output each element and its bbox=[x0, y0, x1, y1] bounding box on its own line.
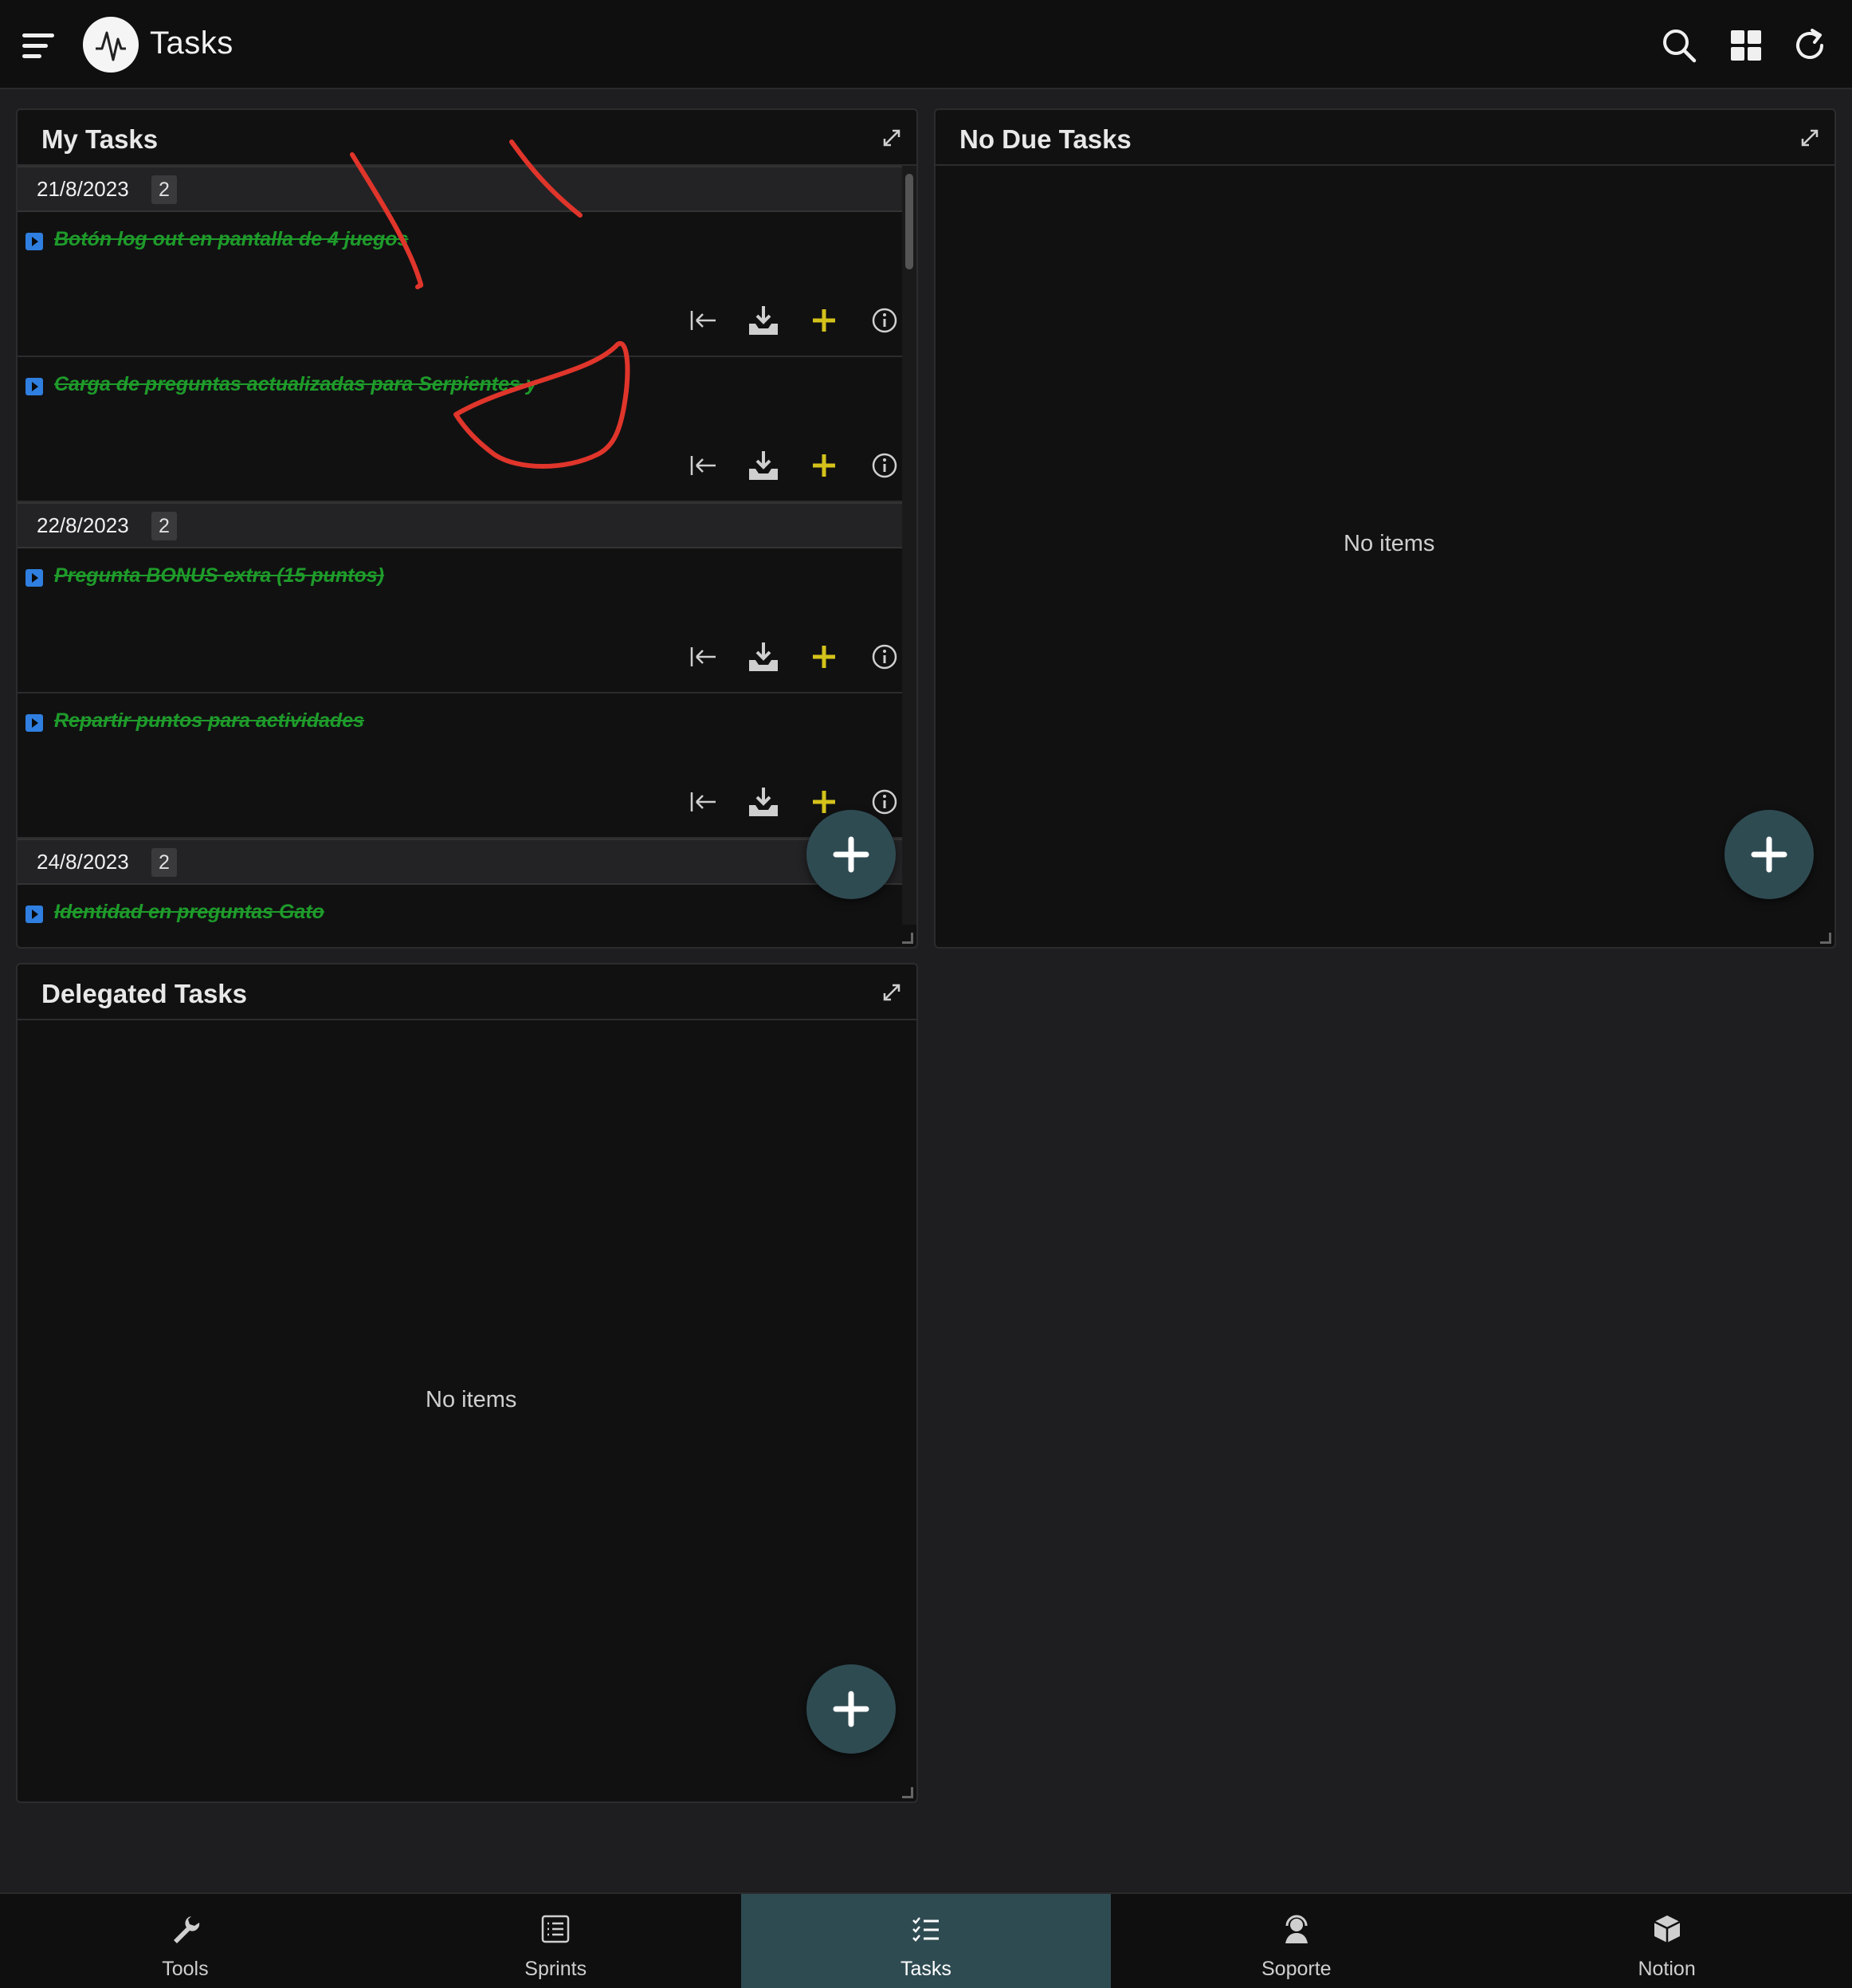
task-item[interactable]: Carga de preguntas actualizadas para Ser… bbox=[18, 357, 902, 502]
delegated-tasks-panel: Delegated Tasks No items bbox=[16, 963, 918, 1803]
task-item[interactable]: Pregunta BONUS extra (15 puntos) bbox=[18, 548, 902, 693]
date-group-header[interactable]: 21/8/2023 2 bbox=[18, 166, 902, 212]
app: Tasks My Tasks 21/8/2023 2 Botón log out… bbox=[0, 0, 1852, 1988]
task-actions bbox=[671, 301, 902, 340]
checklist-icon bbox=[912, 1917, 939, 1942]
task-title[interactable]: Carga de preguntas actualizadas para Ser… bbox=[54, 373, 537, 396]
resize-handle[interactable] bbox=[902, 933, 913, 944]
wrench-icon bbox=[174, 1916, 200, 1943]
nav-sprints[interactable]: Sprints bbox=[371, 1894, 741, 1988]
plus-icon bbox=[1751, 836, 1787, 873]
nav-label: Soporte bbox=[1261, 1958, 1332, 1980]
task-item[interactable]: Repartir puntos para actividades bbox=[18, 693, 902, 839]
my-tasks-panel: My Tasks 21/8/2023 2 Botón log out en pa… bbox=[16, 108, 918, 949]
move-to-start-icon[interactable] bbox=[684, 783, 722, 821]
task-type-icon bbox=[26, 906, 43, 923]
inbox-download-icon[interactable] bbox=[744, 638, 783, 676]
plus-icon bbox=[833, 1691, 869, 1727]
inbox-download-icon[interactable] bbox=[744, 446, 783, 485]
expand-icon[interactable] bbox=[1796, 124, 1823, 151]
plus-icon bbox=[833, 836, 869, 873]
expand-icon[interactable] bbox=[878, 979, 905, 1006]
nav-label: Notion bbox=[1638, 1958, 1696, 1980]
empty-state-text: No items bbox=[426, 1387, 517, 1412]
group-count-badge: 2 bbox=[151, 512, 177, 540]
list-icon bbox=[541, 1915, 570, 1943]
group-date: 21/8/2023 bbox=[37, 177, 129, 201]
empty-state-text: No items bbox=[1344, 531, 1435, 556]
search-icon[interactable] bbox=[1658, 24, 1701, 67]
task-type-icon bbox=[26, 233, 43, 250]
app-logo bbox=[83, 17, 139, 73]
group-date: 24/8/2023 bbox=[37, 850, 129, 874]
no-due-tasks-title: No Due Tasks bbox=[959, 124, 1132, 154]
top-app-bar: Tasks bbox=[0, 0, 1852, 89]
move-to-start-icon[interactable] bbox=[684, 301, 722, 340]
bottom-navigation: Tools Sprints Tasks Soporte Notion bbox=[0, 1892, 1852, 1988]
notion-icon bbox=[1654, 1915, 1681, 1943]
nav-tools[interactable]: Tools bbox=[0, 1894, 371, 1988]
add-icon[interactable] bbox=[805, 638, 843, 676]
add-task-fab[interactable] bbox=[806, 1664, 896, 1754]
my-tasks-title: My Tasks bbox=[41, 124, 159, 154]
task-item[interactable]: Identidad en preguntas Gato bbox=[18, 885, 902, 947]
task-title[interactable]: Repartir puntos para actividades bbox=[54, 709, 364, 733]
group-date: 22/8/2023 bbox=[37, 513, 129, 537]
task-type-icon bbox=[26, 569, 43, 587]
delegated-tasks-title: Delegated Tasks bbox=[41, 979, 248, 1008]
scrollbar[interactable] bbox=[902, 166, 916, 925]
task-item[interactable]: Botón log out en pantalla de 4 juegos bbox=[18, 212, 902, 357]
task-type-icon bbox=[26, 378, 43, 395]
my-tasks-header: My Tasks bbox=[18, 110, 916, 166]
page-title: Tasks bbox=[150, 26, 233, 61]
add-task-fab[interactable] bbox=[1724, 810, 1814, 899]
nav-label: Sprints bbox=[524, 1958, 587, 1980]
info-icon[interactable] bbox=[865, 446, 902, 485]
move-to-start-icon[interactable] bbox=[684, 446, 722, 485]
expand-icon[interactable] bbox=[878, 124, 905, 151]
scroll-thumb[interactable] bbox=[905, 174, 913, 269]
task-type-icon bbox=[26, 714, 43, 732]
grid-view-icon[interactable] bbox=[1724, 24, 1768, 67]
nav-label: Tools bbox=[162, 1958, 209, 1980]
my-tasks-list: 21/8/2023 2 Botón log out en pantalla de… bbox=[18, 166, 902, 947]
task-actions bbox=[671, 446, 902, 485]
info-icon[interactable] bbox=[865, 301, 902, 340]
add-icon[interactable] bbox=[805, 301, 843, 340]
add-icon[interactable] bbox=[805, 446, 843, 485]
resize-handle[interactable] bbox=[1820, 933, 1831, 944]
date-group-header[interactable]: 22/8/2023 2 bbox=[18, 502, 902, 548]
no-due-tasks-header: No Due Tasks bbox=[936, 110, 1834, 166]
nav-tasks[interactable]: Tasks bbox=[740, 1894, 1112, 1988]
nav-soporte[interactable]: Soporte bbox=[1111, 1894, 1481, 1988]
task-title[interactable]: Identidad en preguntas Gato bbox=[54, 901, 324, 924]
date-group-header[interactable]: 24/8/2023 2 bbox=[18, 839, 902, 885]
group-count-badge: 2 bbox=[151, 848, 177, 877]
move-to-start-icon[interactable] bbox=[684, 638, 722, 676]
add-task-fab[interactable] bbox=[806, 810, 896, 899]
refresh-icon[interactable] bbox=[1788, 24, 1831, 67]
menu-icon[interactable] bbox=[22, 27, 59, 64]
resize-handle[interactable] bbox=[902, 1787, 913, 1798]
task-title[interactable]: Pregunta BONUS extra (15 puntos) bbox=[54, 564, 384, 587]
inbox-download-icon[interactable] bbox=[744, 301, 783, 340]
info-icon[interactable] bbox=[865, 638, 902, 676]
group-count-badge: 2 bbox=[151, 175, 177, 204]
inbox-download-icon[interactable] bbox=[744, 783, 783, 821]
nav-notion[interactable]: Notion bbox=[1481, 1894, 1852, 1988]
delegated-tasks-header: Delegated Tasks bbox=[18, 965, 916, 1020]
support-icon bbox=[1285, 1915, 1308, 1943]
task-actions bbox=[671, 638, 902, 676]
task-title[interactable]: Botón log out en pantalla de 4 juegos bbox=[54, 228, 408, 251]
nav-label: Tasks bbox=[900, 1958, 952, 1980]
no-due-tasks-panel: No Due Tasks No items bbox=[934, 108, 1836, 949]
